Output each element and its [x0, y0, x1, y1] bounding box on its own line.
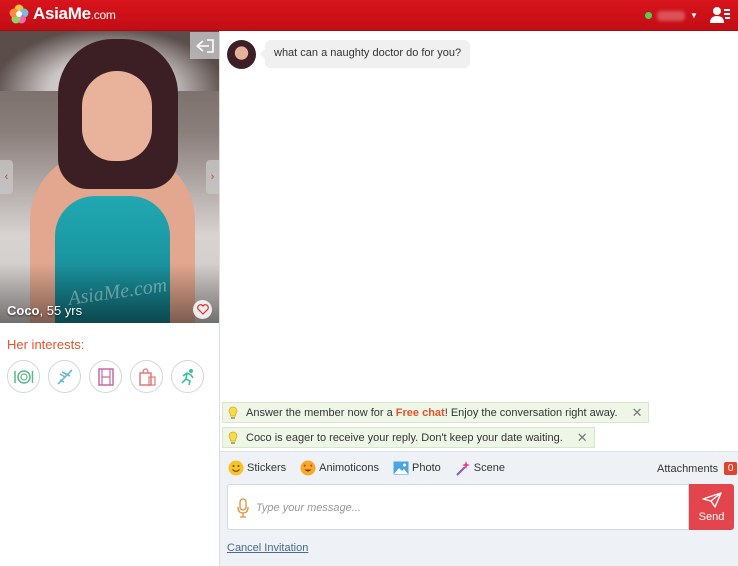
username-blurred[interactable] — [657, 11, 685, 21]
profile-panel: AsiaMe.com ‹ › Coco, 55 yrs Her interest… — [0, 31, 220, 566]
tip-free-chat: Answer the member now for a Free chat! E… — [222, 402, 650, 423]
chevron-left-icon: ‹ — [4, 171, 9, 183]
animoticons-button[interactable]: Animoticons — [300, 460, 379, 476]
avatar[interactable] — [227, 40, 256, 69]
next-photo-button[interactable]: › — [206, 160, 219, 194]
top-bar: AsiaMe.com ▼ — [0, 0, 738, 31]
cancel-invitation-link[interactable]: Cancel Invitation — [227, 542, 308, 554]
heart-icon — [196, 304, 209, 315]
send-button[interactable]: Send — [689, 484, 734, 530]
online-status-dot — [645, 12, 652, 19]
chat-panel: what can a naughty doctor do for you? An… — [220, 31, 738, 566]
interests-title: Her interests: — [7, 337, 85, 352]
smiley-icon — [228, 460, 244, 476]
tip-text: Answer the member now for a Free chat! E… — [246, 406, 618, 419]
paper-plane-icon — [701, 491, 722, 508]
collapse-panel-button[interactable] — [190, 32, 219, 59]
attachments-count-badge: 0 — [724, 462, 738, 475]
tip-text: Coco is eager to receive your reply. Don… — [246, 431, 563, 444]
scene-button[interactable]: Scene — [455, 460, 505, 476]
previous-photo-button[interactable]: ‹ — [0, 160, 13, 194]
profile-name-age: Coco, 55 yrs — [7, 303, 83, 318]
exit-arrow-icon — [195, 38, 214, 53]
tip-reply-reminder: Coco is eager to receive your reply. Don… — [222, 427, 595, 448]
profile-menu-icon[interactable] — [710, 6, 730, 24]
shopping-icon[interactable] — [130, 360, 163, 393]
profile-photo[interactable]: AsiaMe.com — [0, 31, 219, 323]
message-bubble: what can a naughty doctor do for you? — [259, 40, 471, 67]
magic-wand-icon — [455, 460, 471, 476]
close-icon[interactable]: ✕ — [577, 431, 588, 444]
logo[interactable]: AsiaMe.com — [8, 3, 116, 25]
stickers-button[interactable]: Stickers — [228, 460, 286, 476]
microphone-icon[interactable] — [236, 498, 250, 518]
heart-eyes-icon — [300, 460, 316, 476]
favorite-button[interactable] — [193, 300, 212, 319]
dining-icon[interactable] — [7, 360, 40, 393]
attachments-button[interactable]: Attachments 0 — [657, 462, 738, 475]
chevron-right-icon: › — [210, 171, 215, 183]
photo-icon — [393, 460, 409, 476]
sports-icon[interactable] — [171, 360, 204, 393]
travel-icon[interactable] — [48, 360, 81, 393]
chevron-down-icon[interactable]: ▼ — [690, 11, 698, 20]
message-input-box — [227, 484, 689, 530]
lightbulb-icon — [228, 431, 238, 444]
interests-list — [7, 360, 204, 393]
message-composer: Stickers Animoticons Photo Scene Attachm… — [220, 451, 738, 566]
movies-icon[interactable] — [89, 360, 122, 393]
brand-name: AsiaMe.com — [33, 4, 116, 23]
photo-button[interactable]: Photo — [393, 460, 441, 476]
message-input[interactable] — [256, 498, 676, 518]
close-icon[interactable]: ✕ — [632, 406, 643, 419]
composer-toolbar: Stickers Animoticons Photo Scene — [228, 460, 519, 476]
lightbulb-icon — [228, 406, 238, 419]
flower-logo-icon — [9, 4, 29, 24]
